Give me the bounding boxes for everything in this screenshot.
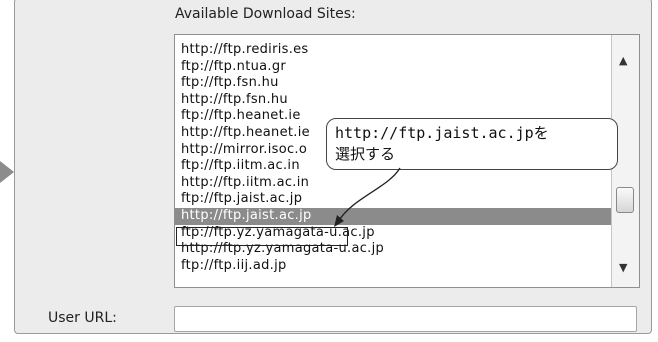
annotation-callout: http://ftp.jaist.ac.jpを 選択する: [326, 118, 618, 170]
left-pointer-arrow-icon: [0, 161, 14, 183]
list-item[interactable]: http://ftp.rediris.es: [175, 42, 611, 59]
callout-line-2: 選択する: [335, 145, 396, 163]
list-item[interactable]: ftp://ftp.ntua.gr: [175, 59, 611, 76]
scroll-up-icon[interactable]: ▲: [619, 55, 627, 66]
callout-line-1: http://ftp.jaist.ac.jpを: [335, 124, 549, 142]
download-sites-label: Available Download Sites:: [175, 6, 356, 22]
list-item[interactable]: http://ftp.fsn.hu: [175, 92, 611, 109]
user-url-label: User URL:: [48, 310, 117, 326]
user-url-input[interactable]: [174, 306, 637, 332]
list-item[interactable]: ftp://ftp.jaist.ac.jp: [175, 191, 611, 208]
list-item[interactable]: ftp://ftp.iij.ad.jp: [175, 258, 611, 275]
scroll-thumb[interactable]: [616, 187, 634, 213]
list-item[interactable]: http://ftp.iitm.ac.in: [175, 175, 611, 192]
list-item[interactable]: ftp://ftp.fsn.hu: [175, 75, 611, 92]
selected-item-highlight-box: [176, 227, 348, 246]
list-item-selected[interactable]: http://ftp.jaist.ac.jp: [175, 207, 611, 225]
scroll-down-icon[interactable]: ▼: [619, 262, 627, 273]
